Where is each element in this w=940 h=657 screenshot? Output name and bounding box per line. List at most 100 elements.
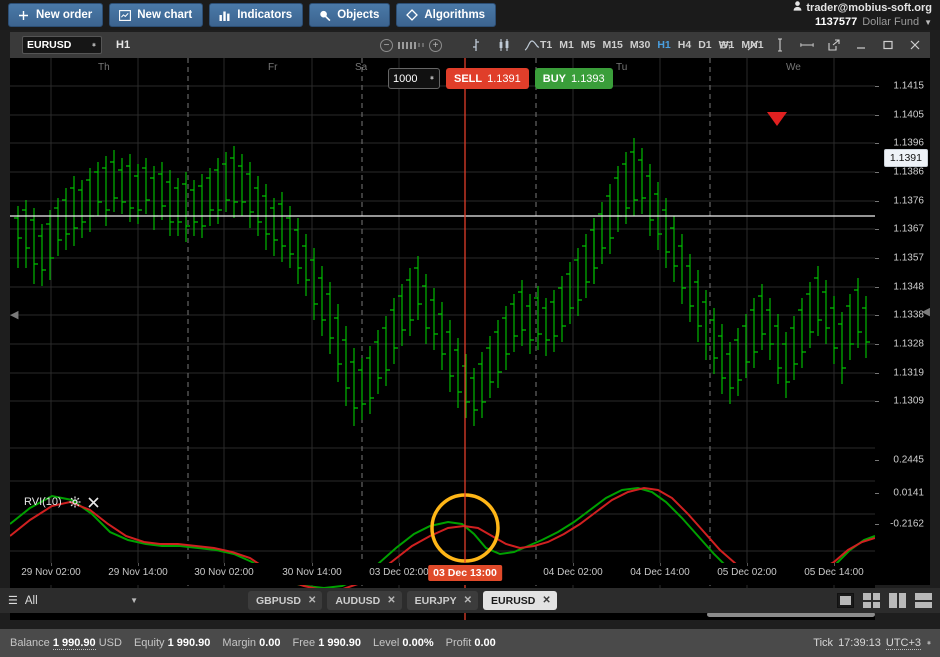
chevron-down-icon[interactable]: ▼ [130, 596, 138, 605]
bars-icon [218, 9, 231, 22]
volume-input[interactable]: 1000 ▲ ▼ [388, 68, 440, 89]
tab-eurjpy[interactable]: EURJPY ✕ [406, 591, 479, 610]
account-info[interactable]: trader@mobius-soft.org 1137577 Dollar Fu… [793, 1, 932, 28]
timeframe-m30[interactable]: M30 [630, 39, 650, 51]
timeframe-h1[interactable]: H1 [657, 39, 670, 51]
trendline-icon[interactable] [746, 38, 760, 52]
timezone-value: UTC+3 [885, 636, 922, 650]
horizontal-line-icon[interactable] [800, 38, 814, 52]
volume-stepper-icon[interactable]: ▲ ▼ [429, 75, 435, 82]
chart-area[interactable]: Th Fr Sa Tu We ◀ RVI(10) 1000 ▲ ▼ SELL 1… [10, 58, 930, 620]
timeframe-m15[interactable]: M15 [602, 39, 622, 51]
close-icon[interactable] [88, 496, 99, 508]
pane-collapse-right-icon[interactable]: ◀ [922, 305, 930, 318]
status-equity: Equity 1 990.90 [134, 637, 210, 649]
tab-audusd[interactable]: AUDUSD ✕ [327, 591, 402, 610]
line-chart-icon[interactable] [524, 37, 540, 53]
new-order-button[interactable]: New order [8, 3, 104, 27]
new-chart-label: New chart [137, 9, 193, 21]
close-icon[interactable]: ✕ [308, 595, 316, 606]
tick-time: 17:39:13 [838, 637, 881, 649]
zoom-in-icon[interactable]: + [429, 38, 442, 52]
close-icon[interactable]: ✕ [542, 595, 550, 606]
time-axis-label: 05 Dec 02:00 [717, 567, 777, 578]
close-icon[interactable]: ✕ [387, 595, 395, 606]
timeframe-h4[interactable]: H4 [678, 39, 691, 51]
day-label: We [786, 62, 801, 73]
minimize-icon[interactable] [854, 38, 868, 52]
account-email: trader@mobius-soft.org [806, 1, 932, 14]
layout-rows-icon[interactable] [915, 593, 932, 608]
tab-eurusd[interactable]: EURUSD ✕ [483, 591, 557, 610]
timezone-stepper-icon[interactable]: ▲ ▼ [926, 640, 932, 647]
symbol-selector[interactable]: EURUSD ▲ ▼ [22, 36, 102, 54]
timeframe-d1[interactable]: D1 [698, 39, 711, 51]
timeframe-m1[interactable]: M1 [559, 39, 574, 51]
tab-gbpusd[interactable]: GBPUSD ✕ [248, 591, 323, 610]
objects-button[interactable]: Objects [309, 3, 391, 27]
tab-label: AUDUSD [335, 594, 381, 607]
sell-price: 1.1391 [487, 72, 521, 85]
day-label: Th [98, 62, 110, 73]
close-icon[interactable] [908, 38, 922, 52]
status-margin-value: 0.00 [259, 637, 281, 649]
vertical-line-icon[interactable] [773, 38, 787, 52]
account-name: Dollar Fund [862, 16, 920, 28]
indicator-axis-label: -0.2162 [890, 518, 924, 530]
algorithms-button[interactable]: Algorithms [396, 3, 497, 27]
indicator-label: RVI(10) [24, 496, 62, 508]
time-axis[interactable]: 29 Nov 02:00 29 Nov 14:00 30 Nov 02:00 3… [10, 563, 930, 585]
tick-time-group[interactable]: Tick 17:39:13 UTC+3 ▲ ▼ [813, 637, 932, 650]
tick-label: Tick [813, 637, 834, 649]
zoom-out-icon[interactable]: − [380, 38, 393, 52]
candlestick-icon[interactable] [496, 37, 512, 53]
main-toolbar: New order New chart Indicators Objects A… [0, 0, 940, 30]
hamburger-icon: ☰ [8, 595, 18, 607]
status-balance-value: 1 990.90 [52, 637, 96, 650]
cursor-icon [318, 9, 331, 22]
crosshair-time-label: 03 Dec 13:00 [428, 565, 502, 581]
layout-grid-icon[interactable] [863, 593, 880, 608]
detach-icon[interactable] [827, 38, 841, 52]
price-axis-label: 1.1405 [893, 109, 924, 121]
maximize-icon[interactable] [881, 38, 895, 52]
time-axis-label: 05 Dec 14:00 [804, 567, 864, 578]
price-axis[interactable]: 1.1415 1.1405 1.1396 1.1386 1.1376 1.136… [875, 58, 930, 563]
status-equity-label: Equity [133, 637, 165, 649]
tab-label: EURJPY [414, 594, 457, 607]
sell-button[interactable]: SELL 1.1391 [446, 68, 529, 89]
indicator-header: RVI(10) [24, 496, 99, 508]
layout-single-icon[interactable] [837, 593, 854, 608]
zoom-level-slider[interactable] [398, 41, 424, 49]
timeframe-m5[interactable]: M5 [581, 39, 596, 51]
indicators-button[interactable]: Indicators [209, 3, 304, 27]
layout-columns-icon[interactable] [889, 593, 906, 608]
timeframe-t1[interactable]: T1 [540, 39, 552, 51]
gear-icon[interactable] [69, 496, 81, 508]
status-level: Level 0.00% [373, 637, 434, 649]
price-axis-label: 1.1348 [893, 281, 924, 293]
symbol-stepper-icon[interactable]: ▲ ▼ [91, 42, 97, 49]
all-charts-dropdown[interactable]: ☰ All ▼ [8, 594, 138, 608]
price-axis-label: 1.1328 [893, 338, 924, 350]
status-margin-label: Margin [222, 637, 257, 649]
algorithms-label: Algorithms [424, 9, 486, 21]
price-chart-pane[interactable]: Th Fr Sa Tu We ◀ [10, 58, 875, 428]
account-selector[interactable]: 1137577 Dollar Fund ▼ [793, 16, 932, 28]
bar-chart-icon[interactable] [468, 37, 484, 53]
new-chart-button[interactable]: New chart [109, 3, 204, 27]
chart-tab-bar: ☰ All ▼ GBPUSD ✕ AUDUSD ✕ EURJPY ✕ EURUS… [0, 588, 940, 613]
chevron-down-icon[interactable]: ▼ [924, 18, 932, 27]
indicator-axis-label: 0.0141 [893, 487, 924, 499]
time-axis-label: 04 Dec 14:00 [630, 567, 690, 578]
down-triangle-marker-icon[interactable] [767, 112, 787, 131]
status-free-value: 1 990.90 [318, 637, 362, 649]
status-balance-currency: USD [98, 637, 122, 649]
pane-collapse-left-icon[interactable]: ◀ [10, 308, 18, 321]
buy-button[interactable]: BUY 1.1393 [534, 68, 613, 89]
time-axis-label: 03 Dec 02:00 [369, 567, 429, 578]
close-icon[interactable]: ✕ [464, 595, 472, 606]
time-axis-label: 29 Nov 02:00 [21, 567, 81, 578]
layout-buttons [837, 593, 932, 608]
text-format-icon[interactable]: F [719, 38, 733, 52]
